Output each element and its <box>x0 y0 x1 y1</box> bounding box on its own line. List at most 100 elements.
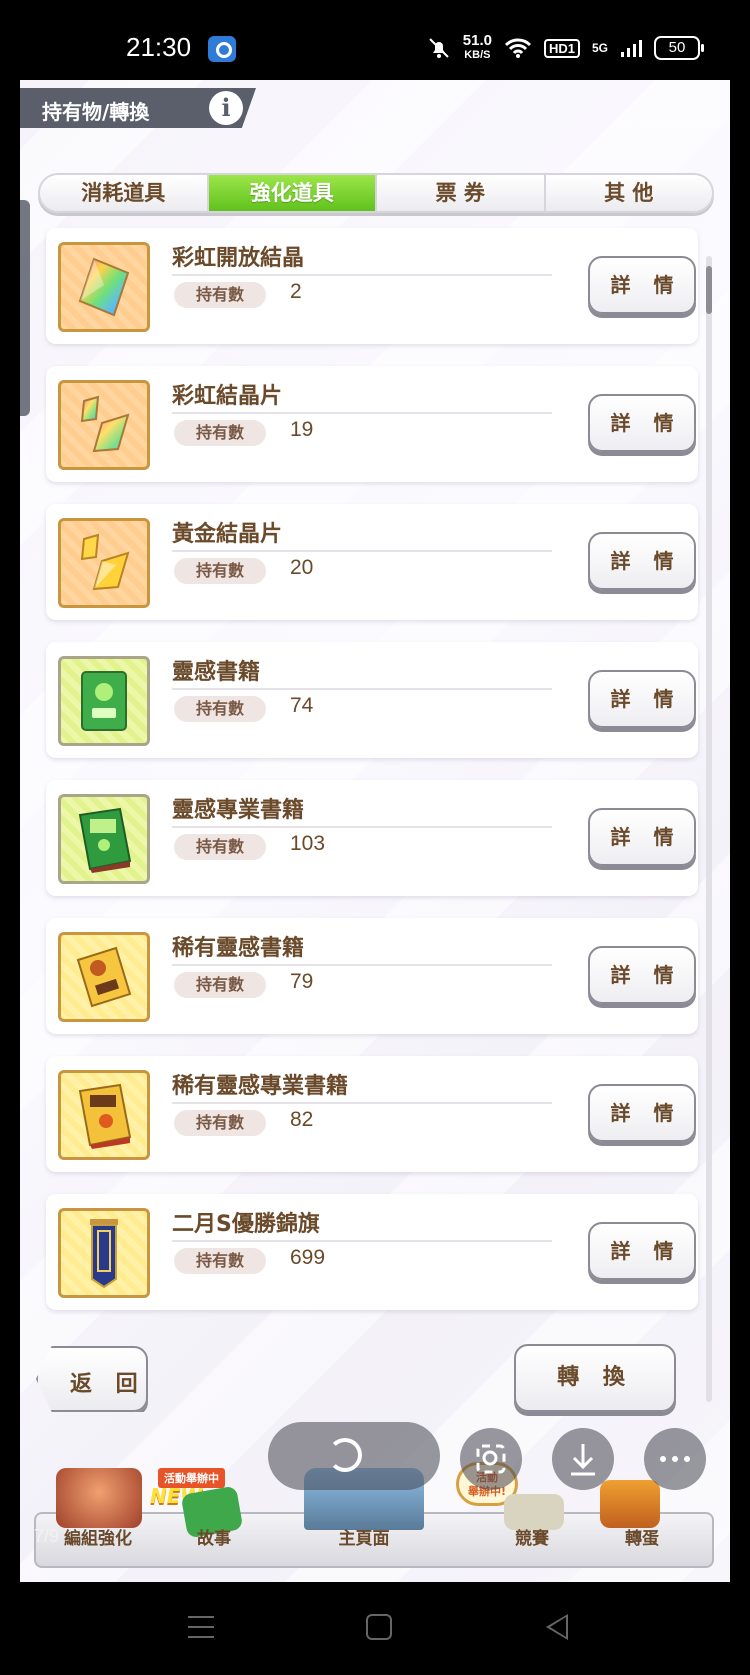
item-name: 稀有靈感專業書籍 <box>172 1074 349 1099</box>
list-item: 靈感專業書籍 持有數 103 詳 情 <box>46 780 698 896</box>
recent-apps-icon[interactable] <box>188 1616 214 1638</box>
item-count: 103 <box>290 832 326 855</box>
download-button[interactable] <box>552 1428 614 1490</box>
side-handle <box>20 200 30 416</box>
list-item: 黃金結晶片 持有數 20 詳 情 <box>46 504 698 620</box>
count-label: 持有數 <box>174 420 266 446</box>
character-portrait-icon <box>56 1468 142 1528</box>
list-item: 彩虹結晶片 持有數 19 詳 情 <box>46 366 698 482</box>
green-thick-book-icon <box>58 794 150 884</box>
divider <box>172 1102 552 1104</box>
details-button[interactable]: 詳 情 <box>588 670 696 728</box>
item-name: 靈感書籍 <box>172 660 261 685</box>
details-button[interactable]: 詳 情 <box>588 808 696 866</box>
gold-crystal-shards-icon <box>58 518 150 608</box>
search-icon <box>476 1444 506 1474</box>
details-button[interactable]: 詳 情 <box>588 946 696 1004</box>
signal-bars-icon <box>621 40 642 57</box>
nav-home[interactable]: 主頁面 <box>296 1524 432 1549</box>
count-label: 持有數 <box>174 834 266 860</box>
details-button[interactable]: 詳 情 <box>588 256 696 314</box>
app-window: 持有物/轉換 i 消耗道具 強化道具 票 券 其 他 彩虹開放結晶 持有數 2 … <box>20 80 730 1582</box>
divider <box>172 1240 552 1242</box>
details-button[interactable]: 詳 情 <box>588 394 696 452</box>
status-time: 21:30 <box>126 32 192 62</box>
wifi-icon <box>504 38 532 58</box>
item-count: 699 <box>290 1246 326 1269</box>
mute-bell-icon <box>429 38 449 58</box>
details-button[interactable]: 詳 情 <box>588 1222 696 1280</box>
nav-race[interactable]: 競賽 <box>478 1524 586 1549</box>
item-name: 彩虹開放結晶 <box>172 246 305 271</box>
download-icon <box>571 1444 595 1476</box>
status-indicators: 51.0 KB/S HD1 5G 50 <box>427 32 704 62</box>
tab-consumables[interactable]: 消耗道具 <box>40 175 209 211</box>
count-label: 持有數 <box>174 972 266 998</box>
list-item: 靈感書籍 持有數 74 詳 情 <box>46 642 698 758</box>
divider <box>172 412 552 414</box>
nav-story[interactable]: 故事 <box>166 1524 262 1549</box>
tab-enhancement[interactable]: 強化道具 <box>208 175 377 211</box>
info-button[interactable]: i <box>209 91 243 125</box>
scroll-capture-icon <box>328 1438 362 1472</box>
net-speed-unit: KB/S <box>464 49 491 61</box>
more-button[interactable] <box>644 1428 706 1490</box>
count-label: 持有數 <box>174 282 266 308</box>
count-label: 持有數 <box>174 558 266 584</box>
screenshot-toolbar[interactable] <box>268 1422 440 1490</box>
status-bar: 21:30 51.0 KB/S HD1 5G 50 <box>0 0 750 80</box>
tab-others[interactable]: 其 他 <box>546 175 713 211</box>
lens-search-button[interactable] <box>460 1428 522 1490</box>
divider <box>172 826 552 828</box>
category-tabs: 消耗道具 強化道具 票 券 其 他 <box>38 173 714 213</box>
item-list[interactable]: 彩虹開放結晶 持有數 2 詳 情 彩虹結晶片 持有數 19 詳 情 黃金結晶片 … <box>46 228 698 1408</box>
list-item: 稀有靈感書籍 持有數 79 詳 情 <box>46 918 698 1034</box>
item-count: 79 <box>290 970 314 993</box>
divider <box>172 688 552 690</box>
back-button[interactable]: 返 回 <box>36 1346 148 1412</box>
divider <box>172 964 552 966</box>
rare-thick-book-icon <box>58 1070 150 1160</box>
item-count: 20 <box>290 556 314 579</box>
convert-button[interactable]: 轉 換 <box>514 1344 676 1412</box>
list-item: 二月S優勝錦旗 持有數 699 詳 情 <box>46 1194 698 1310</box>
item-name: 二月S優勝錦旗 <box>172 1212 320 1237</box>
item-count: 2 <box>290 280 302 303</box>
details-button[interactable]: 詳 情 <box>588 1084 696 1142</box>
count-label: 持有數 <box>174 696 266 722</box>
scrollbar-thumb[interactable] <box>706 266 712 314</box>
item-count: 82 <box>290 1108 314 1131</box>
app-notification-icon <box>208 36 236 62</box>
count-label: 持有數 <box>174 1248 266 1274</box>
list-item: 稀有靈感專業書籍 持有數 82 詳 情 <box>46 1056 698 1172</box>
details-button[interactable]: 詳 情 <box>588 532 696 590</box>
divider <box>172 550 552 552</box>
net-speed-value: 51.0 <box>462 32 492 49</box>
tab-tickets[interactable]: 票 券 <box>377 175 546 211</box>
signal-5g-label: 5G <box>591 41 608 55</box>
list-item: 彩虹開放結晶 持有數 2 詳 情 <box>46 228 698 344</box>
nav-gacha[interactable]: 轉蛋 <box>594 1524 690 1549</box>
hd-badge: HD1 <box>543 38 580 58</box>
item-name: 彩虹結晶片 <box>172 384 283 409</box>
item-name: 稀有靈感書籍 <box>172 936 305 961</box>
item-name: 黃金結晶片 <box>172 522 283 547</box>
nav-team-building[interactable]: 編組強化 <box>46 1524 150 1549</box>
green-book-icon <box>58 656 150 746</box>
back-button-label: 返 回 <box>70 1372 146 1397</box>
rainbow-crystal-shards-icon <box>58 380 150 470</box>
battery-indicator: 50 <box>654 36 704 60</box>
home-icon[interactable] <box>366 1614 392 1640</box>
back-icon[interactable] <box>546 1614 568 1640</box>
item-name: 靈感專業書籍 <box>172 798 305 823</box>
item-count: 74 <box>290 694 314 717</box>
divider <box>172 274 552 276</box>
more-icon <box>660 1456 690 1462</box>
rare-book-icon <box>58 932 150 1022</box>
rainbow-crystal-icon <box>58 242 150 332</box>
scrollbar[interactable] <box>706 256 712 1402</box>
item-count: 19 <box>290 418 314 441</box>
net-speed: 51.0 KB/S <box>462 32 492 62</box>
page-counter: 7/9 <box>34 1526 60 1546</box>
count-label: 持有數 <box>174 1110 266 1136</box>
